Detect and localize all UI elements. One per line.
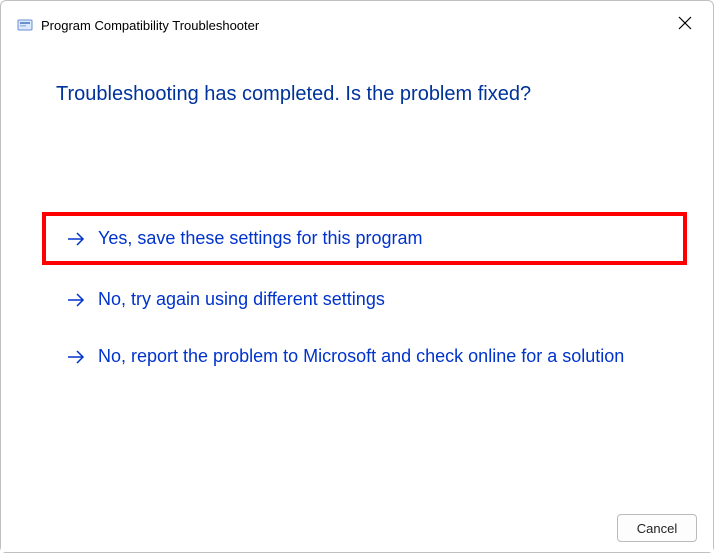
arrow-right-icon: [66, 347, 86, 367]
window-title: Program Compatibility Troubleshooter: [41, 18, 259, 33]
option-label: Yes, save these settings for this progra…: [98, 228, 423, 249]
content-area: Troubleshooting has completed. Is the pr…: [1, 33, 713, 375]
options-list: Yes, save these settings for this progra…: [56, 216, 673, 375]
arrow-right-icon: [66, 290, 86, 310]
option-yes-save-settings[interactable]: Yes, save these settings for this progra…: [42, 212, 687, 265]
footer: Cancel: [1, 504, 713, 552]
close-button[interactable]: [671, 9, 699, 37]
window-header: Program Compatibility Troubleshooter: [1, 1, 713, 33]
close-icon: [678, 16, 692, 30]
cancel-button[interactable]: Cancel: [617, 514, 697, 542]
page-heading: Troubleshooting has completed. Is the pr…: [56, 83, 673, 106]
option-label: No, report the problem to Microsoft and …: [98, 346, 624, 367]
option-no-try-again[interactable]: No, try again using different settings: [56, 281, 673, 318]
option-label: No, try again using different settings: [98, 289, 385, 310]
arrow-right-icon: [66, 229, 86, 249]
troubleshooter-icon: [17, 17, 33, 33]
option-no-report-microsoft[interactable]: No, report the problem to Microsoft and …: [56, 338, 673, 375]
